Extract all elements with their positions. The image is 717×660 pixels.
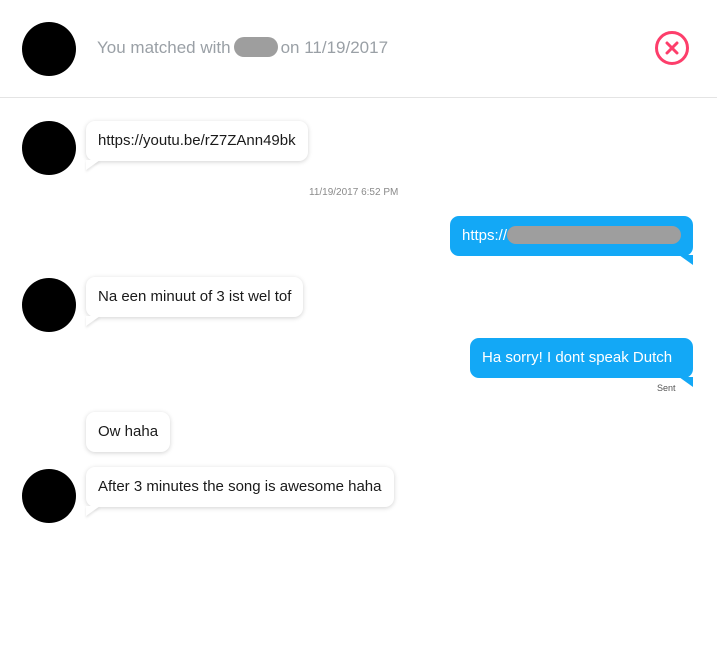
message-text: After 3 minutes the song is awesome haha [98, 478, 382, 495]
chat-header: You matched with on 11/19/2017 [0, 0, 717, 98]
message-text[interactable]: https://youtu.be/rZ7ZAnn49bk [98, 132, 296, 149]
bubble-tail [86, 160, 100, 170]
matched-prefix: You matched with [97, 38, 231, 57]
message-bubble-incoming[interactable]: After 3 minutes the song is awesome haha [86, 467, 394, 516]
close-icon[interactable] [655, 31, 689, 65]
redacted-name [233, 37, 278, 58]
sender-avatar[interactable] [22, 278, 76, 332]
bubble-tail [86, 506, 100, 516]
message-timestamp: 11/19/2017 6:52 PM [309, 187, 399, 198]
bubble-tail [86, 316, 100, 326]
matched-date: on 11/19/2017 [280, 38, 389, 57]
message-bubble-incoming[interactable]: Ow haha [86, 412, 171, 452]
bubble-tail [679, 377, 693, 387]
message-bubble-incoming[interactable]: Na een minuut of 3 ist wel tof [86, 277, 304, 326]
message-text: Na een minuut of 3 ist wel tof [98, 288, 292, 305]
redacted-url [507, 225, 682, 244]
sent-status: Sent [657, 383, 676, 393]
message-text: Ow haha [98, 423, 159, 440]
match-avatar[interactable] [22, 22, 76, 76]
message-text: Ha sorry! I dont speak Dutch [482, 349, 673, 366]
sender-avatar[interactable] [22, 121, 76, 175]
message-text: https:// [462, 227, 508, 244]
bubble-tail [679, 255, 693, 265]
sender-avatar[interactable] [22, 469, 76, 523]
message-bubble-incoming[interactable]: https://youtu.be/rZ7ZAnn49bk [86, 121, 308, 170]
match-info: You matched with on 11/19/2017 [97, 37, 388, 59]
message-bubble-outgoing[interactable]: Ha sorry! I dont speak Dutch [470, 338, 693, 387]
message-bubble-outgoing[interactable]: https:// [450, 216, 693, 265]
